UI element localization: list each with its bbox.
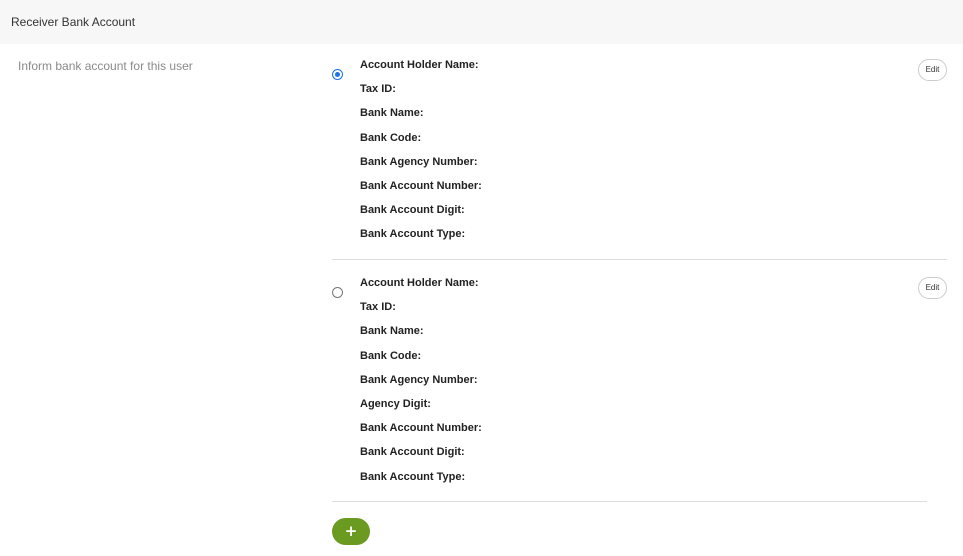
field-bank-account-type: Bank Account Type: [360,470,466,483]
field-bank-account-number: Bank Account Number: [360,422,482,435]
plus-icon: + [344,522,358,540]
field-bank-agency-number: Bank Agency Number: [360,373,478,386]
section-description: Inform bank account for this user [18,59,193,73]
field-bank-name: Bank Name: [360,325,424,338]
field-tax-id: Tax ID: [360,301,396,314]
field-account-holder-name: Account Holder Name: [360,59,479,71]
field-agency-digit: Agency Digit: [360,397,431,410]
field-bank-code: Bank Code: [360,349,422,362]
section-header: Receiver Bank Account [0,0,963,44]
field-bank-name: Bank Name: [360,107,424,120]
add-bank-account-button[interactable]: + [332,518,370,545]
account-1-edit-button[interactable]: Edit [918,59,947,81]
field-bank-agency-number: Bank Agency Number: [360,155,478,168]
field-bank-code: Bank Code: [360,131,422,144]
field-bank-account-digit: Bank Account Digit: [360,204,465,217]
field-account-holder-name: Account Holder Name: [360,277,479,289]
field-bank-account-number: Bank Account Number: [360,179,482,192]
account-1-fields: Account Holder Name: Tax ID: Bank Name: … [360,59,482,253]
page: Receiver Bank Account Inform bank accoun… [0,0,963,556]
divider-2 [332,501,927,502]
field-bank-account-digit: Bank Account Digit: [360,446,465,459]
bank-account-card-1: Account Holder Name: Tax ID: Bank Name: … [332,59,947,249]
account-2-fields: Account Holder Name: Tax ID: Bank Name: … [360,277,482,495]
section-title: Receiver Bank Account [11,15,136,29]
field-bank-account-type: Bank Account Type: [360,228,466,241]
account-2-edit-button[interactable]: Edit [918,277,947,299]
account-2-radio[interactable] [332,287,343,298]
bank-account-card-2: Account Holder Name: Tax ID: Bank Name: … [332,277,947,492]
divider-1 [332,259,947,260]
account-1-radio[interactable] [332,69,343,80]
field-tax-id: Tax ID: [360,83,396,96]
